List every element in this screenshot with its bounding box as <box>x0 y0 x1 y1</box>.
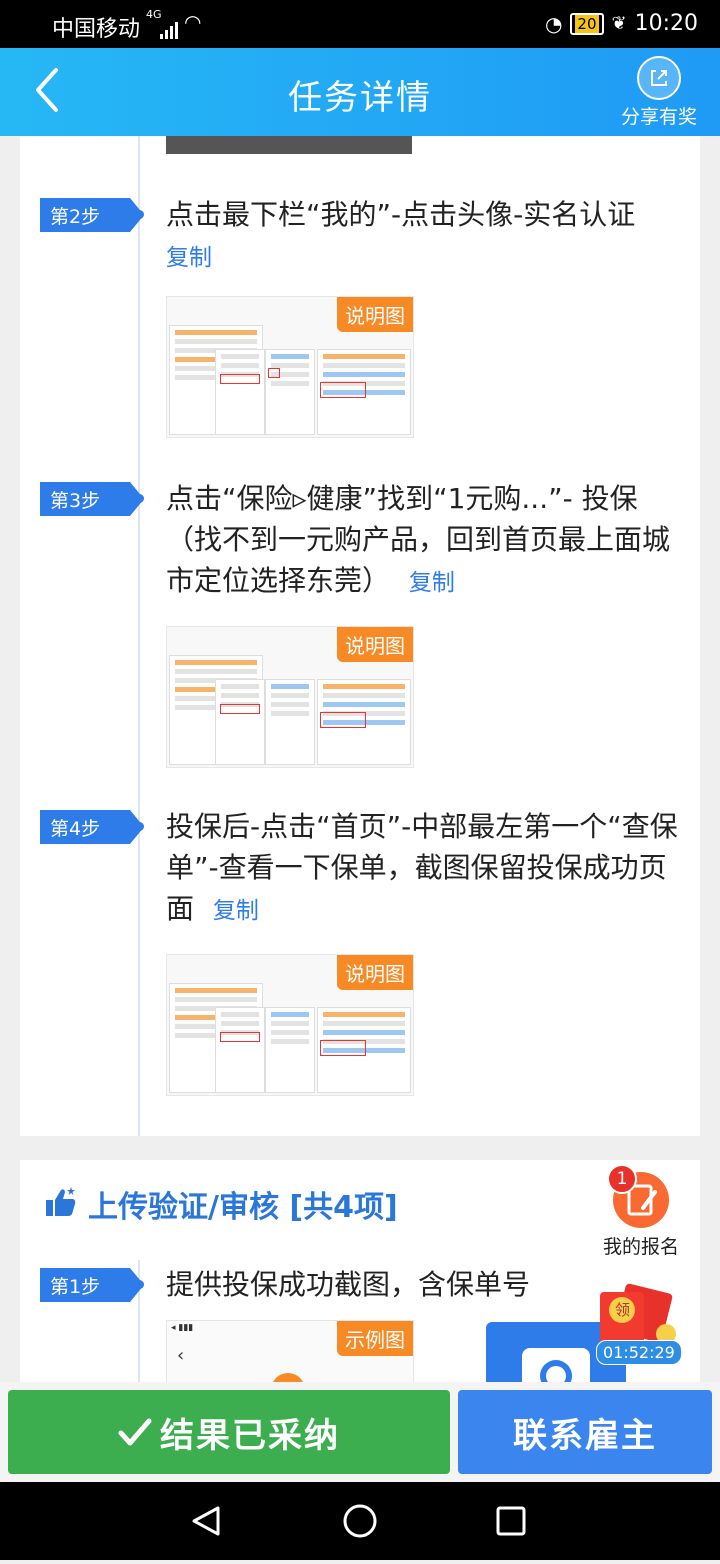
step-instruction: 点击最下栏“我的”-点击头像-实名认证 <box>166 198 636 231</box>
step-tag-label: 第4步 <box>50 818 101 840</box>
signup-count-badge: 1 <box>607 1164 637 1194</box>
step-tag: 第1步 <box>40 1268 144 1302</box>
image-badge: 说明图 <box>337 955 413 990</box>
share-icon <box>637 56 681 100</box>
share-button[interactable]: 分享有奖 <box>618 56 700 129</box>
copy-link[interactable]: 复制 <box>166 245 212 271</box>
signup-label: 我的报名 <box>602 1236 679 1258</box>
screenshot-panel <box>317 679 411 765</box>
copy-link[interactable]: 复制 <box>213 898 259 924</box>
example-image[interactable]: ◂ ▮▮▮ ‹ 示例图 <box>166 1320 414 1390</box>
app-header: 任务详情 分享有奖 <box>0 48 720 136</box>
screenshot-panel <box>265 679 315 765</box>
instruction-image[interactable]: 说明图 <box>166 626 414 768</box>
system-nav-bar <box>0 1482 720 1560</box>
timeline-dot <box>135 822 144 831</box>
upload-section-title: 上传验证/审核 [共4项] <box>88 1190 398 1225</box>
timeline-line <box>138 136 140 1136</box>
clock: 10:20 <box>634 11 698 36</box>
battery-level: 20 <box>575 14 599 33</box>
share-label: 分享有奖 <box>620 106 697 128</box>
screenshot-panel <box>317 349 411 435</box>
red-packet-label: 领 <box>615 1301 631 1319</box>
result-accepted-button[interactable]: 结果已采纳 <box>8 1390 450 1474</box>
step-text: 点击最下栏“我的”-点击头像-实名认证 复制 <box>166 194 686 279</box>
copy-link[interactable]: 复制 <box>409 570 455 596</box>
screenshot-panel <box>317 1007 411 1093</box>
leaf-icon: ❦ <box>611 13 627 34</box>
step-tag: 第2步 <box>40 198 144 232</box>
step-text: 投保后-点击“首页”-中部最左第一个“查保单”-查看一下保单，截图保留投保成功页… <box>166 806 686 932</box>
status-bar: 中国移动 4G ◠ ◔ 20 ❦ 10:20 <box>0 0 720 48</box>
countdown-timer: 01:52:29 <box>596 1340 682 1365</box>
page-title: 任务详情 <box>288 78 432 118</box>
wifi-icon: ◠ <box>184 10 202 34</box>
timeline-dot <box>135 210 144 219</box>
contact-employer-label: 联系雇主 <box>513 1415 657 1456</box>
step-tag: 第4步 <box>40 810 144 844</box>
timeline-dot <box>135 1280 144 1289</box>
image-badge: 说明图 <box>337 627 413 662</box>
instruction-image[interactable]: 说明图 <box>166 954 414 1096</box>
step-tag-label: 第3步 <box>50 490 101 512</box>
step-tag-label: 第1步 <box>50 1276 101 1298</box>
edit-icon: 1 <box>607 1164 669 1228</box>
image-badge: 说明图 <box>337 297 413 332</box>
screenshot-panel <box>215 679 265 765</box>
step-tag-label: 第2步 <box>50 206 101 228</box>
carrier-name: 中国移动 <box>52 17 141 42</box>
signal-icon <box>160 14 180 39</box>
previous-step-image <box>166 136 412 154</box>
data-saver-icon: ◔ <box>544 11 563 36</box>
thumbs-up-icon <box>46 1187 76 1216</box>
nav-back-icon[interactable] <box>192 1506 220 1536</box>
screenshot-panel <box>265 349 315 435</box>
step-tag: 第3步 <box>40 482 144 516</box>
contact-employer-button[interactable]: 联系雇主 <box>458 1390 712 1474</box>
result-accepted-label: 结果已采纳 <box>160 1415 340 1456</box>
screenshot-panel <box>215 1007 265 1093</box>
chevron-left-icon: ‹ <box>177 1345 185 1366</box>
instruction-image[interactable]: 说明图 <box>166 296 414 438</box>
nav-recents-icon[interactable] <box>496 1506 526 1536</box>
screenshot-panel <box>265 1007 315 1093</box>
screenshot-panel <box>215 349 265 435</box>
timeline-dot <box>135 494 144 503</box>
battery-icon: 20 <box>570 12 604 35</box>
image-badge: 示例图 <box>337 1321 413 1356</box>
my-signup-button[interactable]: 1 我的报名 <box>596 1164 686 1259</box>
nav-home-icon[interactable] <box>343 1504 377 1538</box>
steps-card: 第2步 点击最下栏“我的”-点击头像-实名认证 复制 说明图 第3步 点击“保险… <box>20 136 700 1136</box>
bottom-action-bar: 结果已采纳 联系雇主 <box>0 1382 720 1482</box>
checkmark-icon <box>118 1418 152 1446</box>
step-text: 点击“保险▹健康”找到“1元购...”- 投保（找不到一元购产品，回到首页最上面… <box>166 478 686 604</box>
